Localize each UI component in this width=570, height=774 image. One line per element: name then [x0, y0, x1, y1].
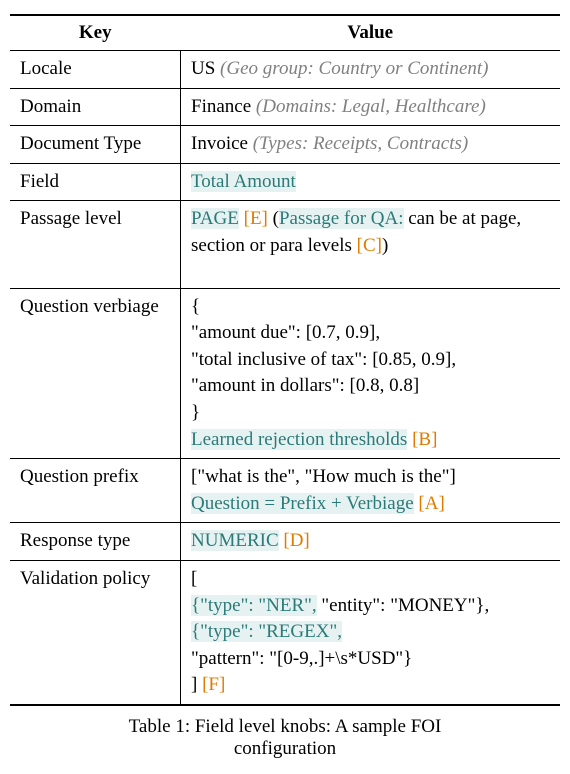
- row-passage: Passage level PAGE [E] (Passage for QA: …: [10, 201, 560, 288]
- caption-l1: Table 1: Field level knobs: A sample FOI: [129, 716, 442, 737]
- row-prefix: Question prefix ["what is the", "How muc…: [10, 459, 560, 523]
- cell-doctype-value: Invoice (Types: Receipts, Contracts): [181, 126, 561, 164]
- header-row: Key Value: [10, 15, 560, 51]
- cell-validation-key: Validation policy: [10, 560, 181, 704]
- row-verbiage: Question verbiage { "amount due": [0.7, …: [10, 288, 560, 459]
- domain-main: Finance: [191, 96, 251, 117]
- locale-main: US: [191, 58, 215, 79]
- passage-open: (: [268, 208, 279, 229]
- cell-response-value: NUMERIC [D]: [181, 523, 561, 561]
- passage-page: PAGE: [191, 208, 239, 229]
- caption-l2: configuration: [234, 738, 336, 759]
- domain-note: (Domains: Legal, Healthcare): [251, 96, 486, 117]
- verbiage-l3: "total inclusive of tax": [0.85, 0.9],: [191, 349, 456, 370]
- prefix-l1: ["what is the", "How much is the"]: [191, 466, 456, 487]
- row-doctype: Document Type Invoice (Types: Receipts, …: [10, 126, 560, 164]
- prefix-tag-a: [A]: [414, 493, 445, 514]
- validation-ner-b: "entity": "MONEY"},: [317, 595, 490, 616]
- row-locale: Locale US (Geo group: Country or Contine…: [10, 51, 560, 89]
- cell-prefix-key: Question prefix: [10, 459, 181, 523]
- response-tag-d: [D]: [279, 530, 310, 551]
- header-value: Value: [181, 15, 561, 51]
- passage-tag-e: [E]: [244, 208, 268, 229]
- response-val: NUMERIC: [191, 530, 279, 551]
- passage-qa: Passage for QA:: [279, 208, 404, 229]
- validation-pattern: "pattern": "[0-9,.]+\s*USD"}: [191, 648, 412, 669]
- cell-locale-key: Locale: [10, 51, 181, 89]
- field-value: Total Amount: [191, 171, 296, 192]
- verbiage-tag-b: [B]: [407, 429, 437, 450]
- row-domain: Domain Finance (Domains: Legal, Healthca…: [10, 88, 560, 126]
- cell-prefix-value: ["what is the", "How much is the"] Quest…: [181, 459, 561, 523]
- foi-config-table: Key Value Locale US (Geo group: Country …: [10, 14, 560, 706]
- validation-tag-f: [F]: [197, 674, 225, 695]
- cell-domain-key: Domain: [10, 88, 181, 126]
- row-response: Response type NUMERIC [D]: [10, 523, 560, 561]
- header-key: Key: [10, 15, 181, 51]
- cell-field-key: Field: [10, 163, 181, 201]
- cell-validation-value: [ {"type": "NER", "entity": "MONEY"}, {"…: [181, 560, 561, 704]
- row-validation: Validation policy [ {"type": "NER", "ent…: [10, 560, 560, 704]
- cell-domain-value: Finance (Domains: Legal, Healthcare): [181, 88, 561, 126]
- cell-field-value: Total Amount: [181, 163, 561, 201]
- cell-verbiage-value: { "amount due": [0.7, 0.9], "total inclu…: [181, 288, 561, 459]
- verbiage-l5: }: [191, 402, 200, 423]
- row-field: Field Total Amount: [10, 163, 560, 201]
- verbiage-l2: "amount due": [0.7, 0.9],: [191, 322, 380, 343]
- locale-note: (Geo group: Country or Continent): [215, 58, 488, 79]
- cell-locale-value: US (Geo group: Country or Continent): [181, 51, 561, 89]
- verbiage-l1: {: [191, 296, 200, 317]
- verbiage-learned: Learned rejection thresholds: [191, 429, 407, 450]
- doctype-note: (Types: Receipts, Contracts): [248, 133, 468, 154]
- cell-passage-key: Passage level: [10, 201, 181, 288]
- validation-ner-a: {"type": "NER",: [191, 595, 317, 616]
- cell-response-key: Response type: [10, 523, 181, 561]
- validation-l1: [: [191, 568, 197, 589]
- cell-verbiage-key: Question verbiage: [10, 288, 181, 459]
- verbiage-l4: "amount in dollars": [0.8, 0.8]: [191, 375, 419, 396]
- cell-passage-value: PAGE [E] (Passage for QA: can be at page…: [181, 201, 561, 288]
- validation-regex: {"type": "REGEX",: [191, 621, 342, 642]
- passage-tag-c: [C]: [357, 235, 382, 256]
- doctype-main: Invoice: [191, 133, 248, 154]
- passage-close: ): [382, 235, 388, 256]
- cell-doctype-key: Document Type: [10, 126, 181, 164]
- prefix-eq: Question = Prefix + Verbiage: [191, 493, 414, 514]
